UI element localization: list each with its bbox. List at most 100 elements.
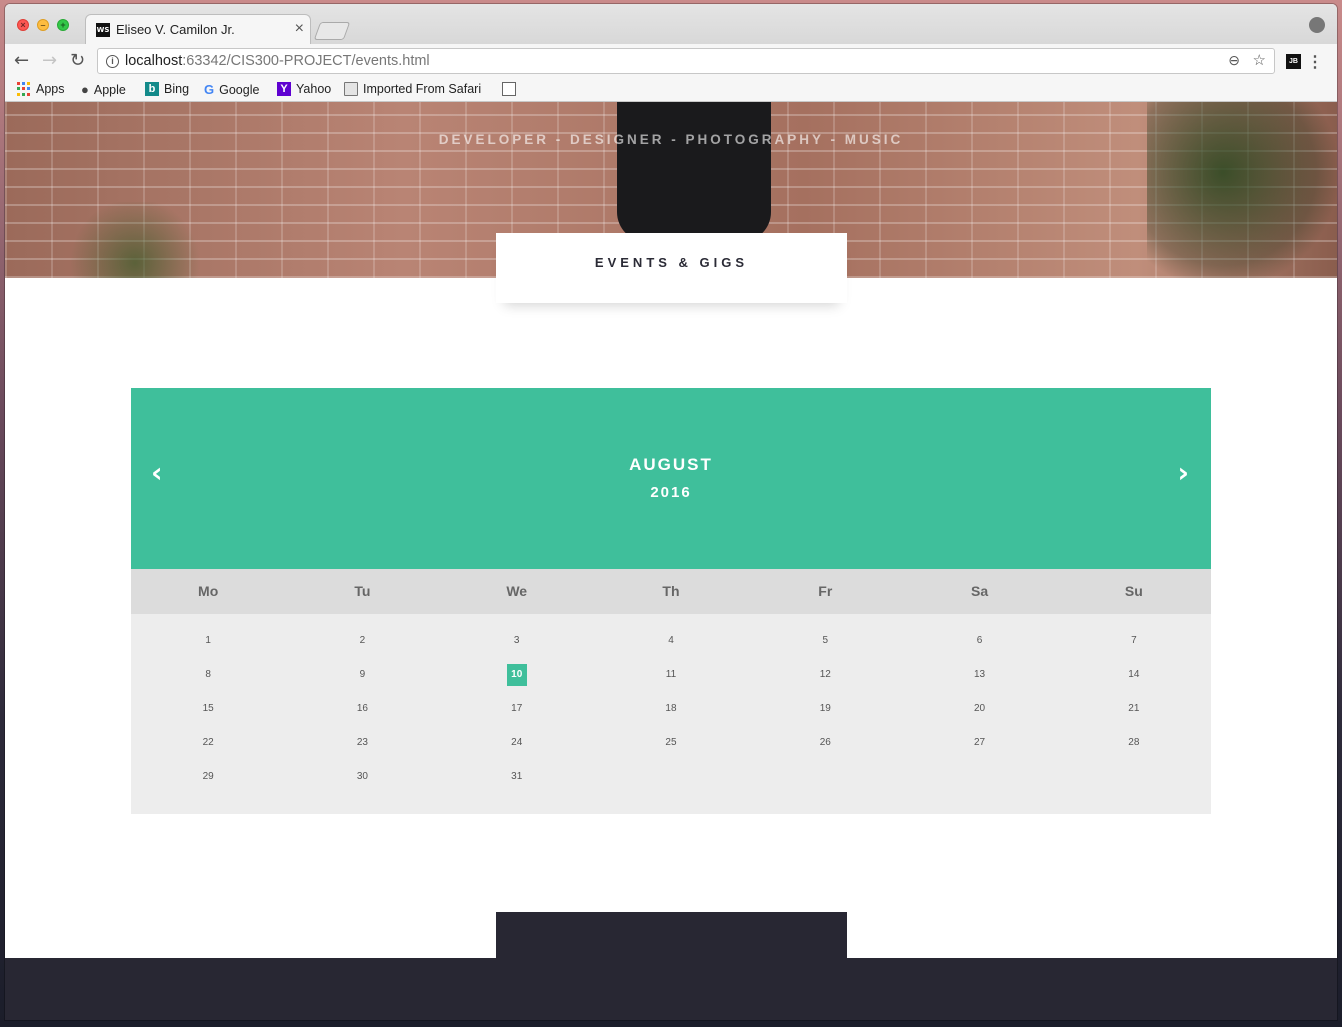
browser-toolbar: ← → ↻ i localhost:63342/CIS300-PROJECT/e… — [5, 44, 1337, 78]
calendar-day[interactable]: 23 — [285, 726, 439, 760]
page-viewport: DEVELOPER - DESIGNER - PHOTOGRAPHY - MUS… — [5, 102, 1337, 1020]
bookmark-page[interactable] — [502, 82, 516, 96]
jetbrains-extension-icon[interactable]: JB — [1286, 54, 1301, 69]
calendar-day[interactable]: 9 — [285, 658, 439, 692]
url-text: localhost:63342/CIS300-PROJECT/events.ht… — [125, 53, 430, 69]
bookmark-apple[interactable]: ● Apple — [81, 82, 126, 97]
expand-icon: + — [60, 20, 66, 30]
calendar-day-number: 19 — [819, 703, 831, 714]
calendar-day-number: 5 — [822, 635, 829, 646]
browser-menu-icon[interactable]: ⋮ — [1307, 52, 1323, 72]
calendar-day[interactable]: 4 — [594, 624, 748, 658]
tab-close-icon[interactable]: × — [295, 20, 304, 38]
calendar-day-number: 16 — [356, 703, 368, 714]
calendar-day[interactable]: 20 — [902, 692, 1056, 726]
plant-decoration — [65, 202, 205, 278]
weekday-label: We — [506, 583, 528, 599]
address-bar[interactable]: i localhost:63342/CIS300-PROJECT/events.… — [97, 48, 1275, 74]
bookmarks-bar: Apps ● Apple b Bing G Google Y Yahoo Imp… — [5, 78, 1337, 102]
tab-strip: × – + WS Eliseo V. Camilon Jr. × — [5, 4, 1337, 44]
minimize-icon: – — [40, 20, 46, 30]
bookmark-imported-folder[interactable]: Imported From Safari — [344, 82, 481, 96]
calendar-day[interactable]: 21 — [1057, 692, 1211, 726]
new-tab-button[interactable] — [313, 22, 351, 40]
calendar-day[interactable]: 1 — [131, 624, 285, 658]
calendar-day-number: 28 — [1128, 737, 1140, 748]
calendar-day-number: 4 — [668, 635, 674, 646]
calendar-day-number: 25 — [665, 737, 677, 748]
calendar-day-number: 2 — [359, 635, 366, 646]
calendar-header: ‹ AUGUST 2016 › — [131, 388, 1211, 569]
calendar-day[interactable]: 26 — [748, 726, 902, 760]
calendar-day[interactable]: 5 — [748, 624, 902, 658]
plant-decoration — [1147, 102, 1337, 278]
calendar-day[interactable]: 17 — [440, 692, 594, 726]
hero-person-image — [617, 102, 771, 242]
bookmark-label: Imported From Safari — [363, 82, 482, 96]
browser-tab[interactable]: WS Eliseo V. Camilon Jr. × — [85, 14, 311, 44]
bookmark-yahoo[interactable]: Y Yahoo — [277, 82, 331, 96]
info-icon[interactable]: i — [106, 55, 119, 68]
calendar-day[interactable]: 3 — [440, 624, 594, 658]
next-month-button[interactable]: › — [1177, 456, 1189, 489]
calendar-day-number: 24 — [511, 737, 523, 748]
calendar-day[interactable]: 18 — [594, 692, 748, 726]
calendar-day[interactable]: 12 — [748, 658, 902, 692]
weekday-label: Sa — [970, 583, 989, 599]
calendar-day-today[interactable]: 10 — [440, 658, 594, 692]
back-arrow-icon[interactable]: ← — [14, 50, 29, 71]
calendar-day-number: 30 — [356, 771, 368, 782]
url-path: :63342/CIS300-PROJECT/events.html — [182, 53, 430, 69]
profile-icon[interactable] — [1309, 17, 1325, 33]
calendar-day[interactable]: 16 — [285, 692, 439, 726]
calendar-day[interactable]: 6 — [902, 624, 1056, 658]
calendar-days-grid: 1 2 3 4 5 6 7 8 9 10 11 12 13 14 15 16 17 18 19 20 21 22 23 24 2… — [131, 614, 1211, 814]
weekday-label: Mo — [198, 583, 219, 599]
calendar-day-number: 8 — [205, 669, 211, 680]
calendar-month: AUGUST — [629, 455, 713, 474]
calendar-day[interactable]: 30 — [285, 760, 439, 794]
calendar-day[interactable]: 8 — [131, 658, 285, 692]
calendar-day[interactable]: 24 — [440, 726, 594, 760]
calendar-day-number: 7 — [1131, 635, 1137, 646]
zoom-out-icon[interactable]: ⊖ — [1228, 52, 1240, 69]
calendar-day-number: 11 — [665, 669, 677, 680]
calendar-day[interactable]: 15 — [131, 692, 285, 726]
calendar-day[interactable]: 25 — [594, 726, 748, 760]
calendar-day[interactable]: 13 — [902, 658, 1056, 692]
calendar-day-number: 6 — [976, 635, 983, 646]
tab-title: Eliseo V. Camilon Jr. — [116, 22, 235, 37]
calendar-day-number: 3 — [513, 635, 520, 646]
calendar-day[interactable]: 22 — [131, 726, 285, 760]
calendar-day-number: 22 — [202, 737, 214, 748]
weekday-label: Tu — [354, 583, 371, 599]
calendar-day[interactable]: 7 — [1057, 624, 1211, 658]
calendar-day[interactable]: 31 — [440, 760, 594, 794]
calendar-day[interactable]: 28 — [1057, 726, 1211, 760]
calendar-day-number: 20 — [974, 703, 986, 714]
reload-icon[interactable]: ↻ — [70, 50, 85, 71]
calendar-day[interactable]: 29 — [131, 760, 285, 794]
calendar-day[interactable]: 2 — [285, 624, 439, 658]
calendar-day[interactable]: 27 — [902, 726, 1056, 760]
minimize-window-button[interactable]: – — [37, 19, 49, 31]
url-host: localhost — [125, 53, 183, 69]
calendar-day[interactable]: 19 — [748, 692, 902, 726]
tab-favicon: WS — [96, 23, 110, 37]
bookmark-star-icon[interactable]: ☆ — [1253, 51, 1266, 69]
weekday-header-row: Mo Tu We Th Fr Sa Su — [131, 569, 1211, 614]
calendar-day-number: 14 — [1128, 669, 1140, 680]
close-icon: × — [20, 20, 26, 30]
calendar-day[interactable]: 11 — [594, 658, 748, 692]
zoom-window-button[interactable]: + — [57, 19, 69, 31]
google-icon: G — [204, 82, 215, 97]
footer-tab — [496, 912, 847, 982]
forward-arrow-icon[interactable]: → — [42, 50, 57, 71]
bookmark-apps[interactable]: Apps — [17, 82, 65, 96]
bookmark-google[interactable]: G Google — [204, 82, 259, 97]
calendar-day[interactable]: 14 — [1057, 658, 1211, 692]
bookmark-bing[interactable]: b Bing — [145, 82, 189, 96]
calendar-day-number: 13 — [974, 669, 986, 680]
close-window-button[interactable]: × — [17, 19, 29, 31]
page-icon — [502, 82, 516, 96]
